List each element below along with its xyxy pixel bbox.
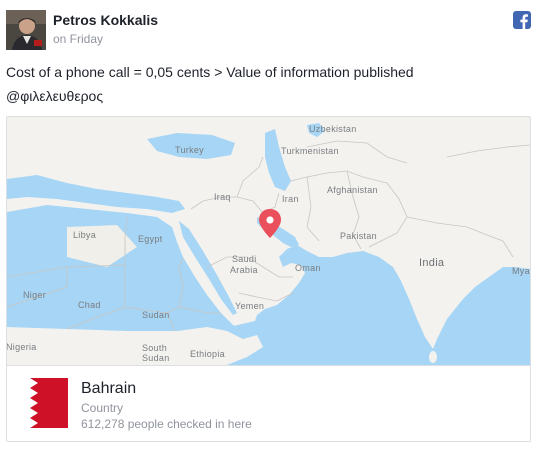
post-timestamp[interactable]: on Friday — [53, 32, 103, 46]
map-label-oman: Oman — [295, 263, 321, 273]
map-view[interactable]: Uzbekistan Turkey Turkmenistan Afghanist… — [7, 117, 530, 365]
avatar[interactable] — [6, 10, 46, 50]
map-label-south: South — [142, 343, 167, 353]
map-label-uzbekistan: Uzbekistan — [309, 124, 357, 134]
map-label-libya: Libya — [73, 230, 96, 240]
map-label-sudan: Sudan — [142, 310, 170, 320]
map-label-sudan2: Sudan — [142, 353, 170, 363]
place-info[interactable]: Bahrain Country 612,278 people checked i… — [7, 365, 530, 441]
map-label-ethiopia: Ethiopia — [190, 349, 225, 359]
map-label-iran: Iran — [282, 194, 299, 204]
author-name[interactable]: Petros Kokkalis — [53, 12, 158, 28]
map-label-egypt: Egypt — [138, 234, 163, 244]
bahrain-flag-icon — [18, 378, 68, 428]
map-label-yemen: Yemen — [235, 301, 264, 311]
map-label-turkey: Turkey — [175, 145, 204, 155]
map-label-pakistan: Pakistan — [340, 231, 377, 241]
facebook-icon[interactable] — [513, 11, 531, 29]
map-label-turkmenistan: Turkmenistan — [281, 146, 339, 156]
place-type: Country — [81, 401, 124, 415]
map-label-nigeria: Nigeria — [7, 342, 37, 352]
map-label-chad: Chad — [78, 300, 101, 310]
post-header: Petros Kokkalis on Friday — [6, 8, 533, 50]
map-label-afghanistan: Afghanistan — [327, 185, 378, 195]
map-label-mya: Mya — [512, 266, 530, 276]
place-name[interactable]: Bahrain — [81, 380, 136, 398]
post-message: Cost of a phone call = 0,05 cents > Valu… — [6, 64, 414, 80]
map-label-india: India — [419, 257, 445, 269]
post-hashtag[interactable]: @φιλελευθερος — [6, 86, 103, 106]
map-label-iraq: Iraq — [214, 192, 231, 202]
map-label-niger: Niger — [23, 290, 46, 300]
place-card[interactable]: Uzbekistan Turkey Turkmenistan Afghanist… — [6, 116, 531, 442]
place-checkins: 612,278 people checked in here — [81, 417, 252, 431]
map-label-saudi: Saudi — [232, 254, 257, 264]
map-label-arabia: Arabia — [230, 265, 258, 275]
